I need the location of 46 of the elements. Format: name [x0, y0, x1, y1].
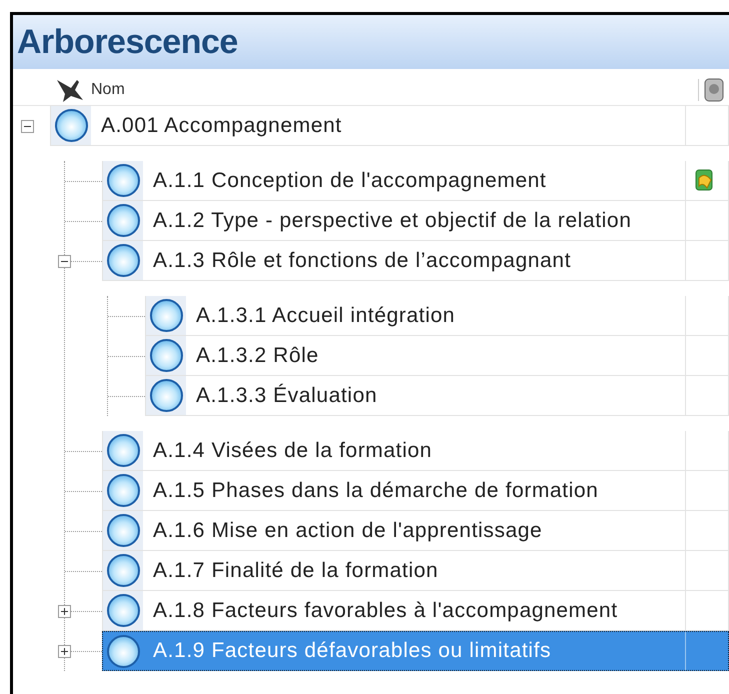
expand-toggle[interactable] — [58, 604, 71, 618]
tree-row[interactable]: A.1.2 Type - perspective et objectif de la relation — [102, 201, 729, 241]
node-label: A.1.4 Visées de la formation — [152, 438, 434, 464]
sphere-icon — [106, 554, 140, 587]
node-label: A.1.2 Type - perspective et objectif de la relation — [152, 208, 632, 234]
tree-row[interactable]: A.1.6 Mise en action de l'apprentissage — [102, 511, 729, 551]
sphere-icon — [106, 434, 140, 467]
tree-row[interactable]: A.1.7 Finalité de la formation — [102, 551, 729, 591]
tree-row[interactable]: A.1.3.1 Accueil intégration — [145, 296, 729, 336]
tree-row[interactable]: A.1.1 Conception de l'accompagnement — [102, 161, 729, 201]
node-label: A.1.9 Facteurs défavorables ou limitatifs — [152, 638, 552, 664]
column-header[interactable]: Nom — [91, 81, 125, 99]
node-label: A.1.3.2 Rôle — [195, 342, 320, 368]
tree-row[interactable]: A.1.3.3 Évaluation — [145, 376, 729, 416]
panel-title: Arborescence — [17, 22, 238, 62]
node-label: A.1.7 Finalité de la formation — [152, 558, 440, 584]
sphere-icon — [106, 204, 140, 237]
sphere-icon — [150, 379, 182, 412]
expand-toggle[interactable] — [58, 644, 71, 658]
node-label: A.1.1 Conception de l'accompagnement — [152, 168, 548, 194]
sphere-icon — [150, 339, 182, 372]
sphere-icon — [106, 164, 140, 197]
node-label: A.001 Accompagnement — [100, 112, 343, 138]
node-label: A.1.3.1 Accueil intégration — [195, 302, 456, 328]
node-label: A.1.5 Phases dans la démarche de formation — [152, 478, 600, 504]
collapse-toggle[interactable] — [21, 120, 34, 132]
sphere-icon — [106, 514, 140, 547]
tree-row[interactable]: A.1.3 Rôle et fonctions de l’accompagnant — [102, 241, 729, 281]
sphere-icon — [106, 634, 140, 668]
sphere-icon — [106, 594, 140, 627]
tree-row[interactable]: A.1.5 Phases dans la démarche de formation — [102, 471, 729, 511]
sphere-icon — [106, 474, 140, 507]
tree-row[interactable]: A.001 Accompagnement — [50, 106, 729, 146]
sphere-icon — [150, 299, 182, 332]
plus-icon — [60, 646, 69, 656]
tree-row[interactable]: A.1.8 Facteurs favorables à l'accompagnement — [102, 591, 729, 631]
sphere-icon — [54, 109, 88, 142]
node-label: A.1.6 Mise en action de l'apprentissage — [152, 518, 544, 544]
node-label: A.1.3.3 Évaluation — [195, 382, 378, 408]
collapse-toggle[interactable] — [58, 254, 71, 268]
tree-row[interactable]: A.1.4 Visées de la formation — [102, 431, 729, 471]
plus-icon — [60, 606, 69, 616]
node-label: A.1.8 Facteurs favorables à l'accompagnement — [152, 598, 619, 624]
node-label: A.1.3 Rôle et fonctions de l’accompagnant — [152, 248, 572, 274]
sphere-icon — [106, 244, 140, 277]
tree-row[interactable]: A.1.3.2 Rôle — [145, 336, 729, 376]
